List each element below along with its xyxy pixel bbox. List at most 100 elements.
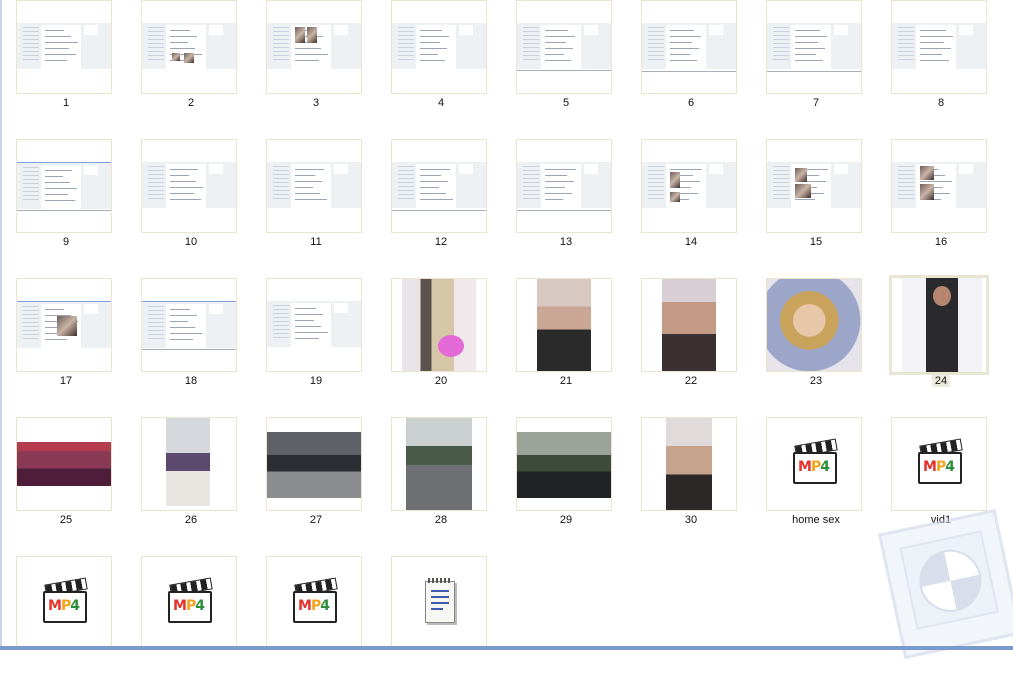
file-item[interactable]: 18	[136, 278, 246, 406]
file-name-label: 9	[62, 236, 70, 248]
file-thumbnail: MP4	[16, 556, 112, 650]
file-name-label: 29	[559, 514, 573, 526]
file-item[interactable]: 8	[886, 0, 996, 128]
file-thumbnail	[891, 0, 987, 94]
file-name-label: 24	[886, 375, 996, 387]
file-name-label: 20	[434, 375, 448, 387]
file-name-label: 13	[559, 236, 573, 248]
file-thumbnail	[141, 0, 237, 94]
file-item[interactable]: 30	[636, 417, 746, 545]
file-item[interactable]: 27	[261, 417, 371, 545]
file-name-label: 23	[809, 375, 823, 387]
file-item[interactable]: 11	[261, 139, 371, 267]
file-item[interactable]: 19	[261, 278, 371, 406]
file-item[interactable]: 10	[136, 139, 246, 267]
file-thumbnail	[391, 139, 487, 233]
file-item[interactable]: 23	[761, 278, 871, 406]
file-item[interactable]: 17	[11, 278, 121, 406]
file-name-label: 15	[809, 236, 823, 248]
file-item[interactable]: 4	[386, 0, 496, 128]
file-item[interactable]: 1	[11, 0, 121, 128]
file-thumbnail: MP4	[891, 417, 987, 511]
file-name-label: 4	[437, 97, 445, 109]
file-item[interactable]: 22	[636, 278, 746, 406]
file-name-label: 6	[687, 97, 695, 109]
file-name-label: 22	[684, 375, 698, 387]
file-thumbnail	[766, 278, 862, 372]
file-thumbnail	[16, 417, 112, 511]
photo-thumbnail	[902, 278, 982, 372]
mp4-file-icon: MP4	[168, 577, 213, 625]
file-item[interactable]: 24	[886, 275, 996, 406]
file-thumbnail	[141, 417, 237, 511]
file-name-label: 28	[434, 514, 448, 526]
file-item[interactable]: 29	[511, 417, 621, 545]
file-name-label: 30	[684, 514, 698, 526]
text-file-icon	[425, 578, 455, 623]
file-item[interactable]: 28	[386, 417, 496, 545]
file-item[interactable]: 14	[636, 139, 746, 267]
file-thumbnail	[141, 278, 237, 372]
file-item[interactable]: 2	[136, 0, 246, 128]
file-thumbnail	[889, 275, 989, 375]
file-name-label: 10	[184, 236, 198, 248]
file-name-label: 17	[59, 375, 73, 387]
file-grid: 1 2 3 4 5 6 7 8 9 10 11 12 13 14 15 16 17 18 19 20 21 22 23 24 2…	[0, 0, 1013, 650]
file-thumbnail	[16, 139, 112, 233]
photo-thumbnail	[537, 279, 591, 371]
file-item[interactable]: 20	[386, 278, 496, 406]
file-item[interactable]: 26	[136, 417, 246, 545]
file-thumbnail	[16, 278, 112, 372]
file-thumbnail	[766, 139, 862, 233]
file-item[interactable]: 7	[761, 0, 871, 128]
file-thumbnail	[266, 0, 362, 94]
file-item[interactable]: MP4	[261, 556, 371, 684]
photo-thumbnail	[666, 418, 712, 510]
file-item[interactable]: 5	[511, 0, 621, 128]
file-thumbnail	[516, 417, 612, 511]
file-name-label: 3	[312, 97, 320, 109]
photo-thumbnail	[406, 418, 472, 510]
file-item[interactable]: 16	[886, 139, 996, 267]
file-name-label: 2	[187, 97, 195, 109]
file-thumbnail	[266, 278, 362, 372]
file-thumbnail: MP4	[766, 417, 862, 511]
file-name-label: 18	[184, 375, 198, 387]
file-name-label: 11	[310, 236, 322, 248]
file-thumbnail	[641, 417, 737, 511]
mp4-file-icon: MP4	[918, 438, 963, 486]
file-name-label: 1	[62, 97, 70, 109]
file-name-label: 27	[309, 514, 323, 526]
photo-thumbnail	[17, 442, 111, 486]
file-name-label: 19	[309, 375, 323, 387]
file-item[interactable]: 21	[511, 278, 621, 406]
file-name-label: 8	[937, 97, 945, 109]
file-item[interactable]: 25	[11, 417, 121, 545]
file-name-label: 12	[434, 236, 448, 248]
file-thumbnail	[891, 139, 987, 233]
photo-thumbnail	[267, 432, 361, 498]
file-item[interactable]: MP4	[136, 556, 246, 684]
file-thumbnail	[391, 0, 487, 94]
file-item[interactable]: MP4	[11, 556, 121, 684]
file-item[interactable]: 13	[511, 139, 621, 267]
file-name-label: 25	[59, 514, 73, 526]
file-thumbnail	[141, 139, 237, 233]
photo-thumbnail	[662, 279, 716, 371]
file-item[interactable]: 15	[761, 139, 871, 267]
file-thumbnail	[266, 139, 362, 233]
file-item[interactable]: 6	[636, 0, 746, 128]
file-item[interactable]: 9	[11, 139, 121, 267]
mp4-file-icon: MP4	[43, 577, 88, 625]
file-thumbnail	[516, 0, 612, 94]
file-item[interactable]: 12	[386, 139, 496, 267]
file-name-label: 21	[559, 375, 573, 387]
file-item[interactable]: MP4 home sex	[761, 417, 871, 545]
file-item[interactable]	[386, 556, 496, 684]
file-item[interactable]: 3	[261, 0, 371, 128]
file-thumbnail	[266, 417, 362, 511]
file-thumbnail: MP4	[266, 556, 362, 650]
file-name-label: 5	[562, 97, 570, 109]
file-thumbnail	[391, 417, 487, 511]
mp4-file-icon: MP4	[293, 577, 338, 625]
